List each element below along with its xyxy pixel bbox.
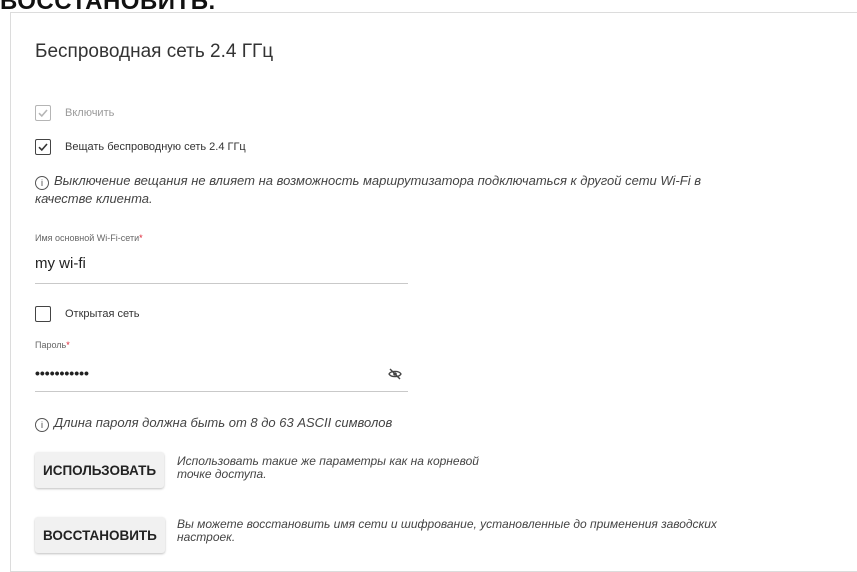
ssid-label: Имя основной Wi-Fi-сети* [35, 233, 143, 243]
restore-button[interactable]: ВОССТАНОВИТЬ [35, 517, 165, 553]
broadcast-checkbox[interactable] [35, 139, 51, 155]
enable-checkbox-row[interactable]: Включить [35, 105, 114, 121]
section-title: Беспроводная сеть 2.4 ГГц [35, 41, 274, 62]
enable-checkbox[interactable] [35, 105, 51, 121]
open-network-checkbox-row[interactable]: Открытая сеть [35, 306, 140, 322]
restore-button-description: Вы можете восстановить имя сети и шифров… [177, 518, 717, 544]
wireless-settings-panel: Беспроводная сеть 2.4 ГГц Включить Вещат… [10, 12, 857, 572]
broadcast-label: Вещать беспроводную сеть 2.4 ГГц [65, 141, 246, 153]
use-button[interactable]: ИСПОЛЬЗОВАТЬ [35, 452, 165, 488]
open-network-label: Открытая сеть [65, 308, 140, 320]
info-circle-icon: i [35, 176, 49, 190]
ssid-label-text: Имя основной Wi-Fi-сети [35, 233, 140, 243]
password-value: ••••••••••• [35, 365, 89, 381]
broadcast-info-text: Выключение вещания не влияет на возможно… [54, 173, 701, 188]
required-mark: * [139, 233, 143, 243]
password-info-text: Длина пароля должна быть от 8 до 63 ASCI… [54, 415, 393, 430]
required-mark: * [66, 340, 70, 350]
password-info-note: i Длина пароля должна быть от 8 до 63 ASC… [35, 414, 392, 432]
use-desc-line2: точке доступа. [177, 467, 267, 481]
checkmark-icon [38, 109, 48, 118]
info-circle-icon: i [35, 418, 49, 432]
use-desc-line1: Использовать такие же параметры как на к… [177, 454, 479, 468]
restore-desc-line2: настроек. [177, 530, 236, 544]
ssid-input[interactable]: my wi-fi [35, 255, 408, 284]
broadcast-info-text-line2: качестве клиента. [35, 191, 153, 206]
restore-desc-line1: Вы можете восстановить имя сети и шифров… [177, 517, 717, 531]
checkmark-icon [38, 143, 48, 152]
eye-off-icon[interactable] [388, 367, 402, 381]
ssid-value: my wi-fi [35, 255, 86, 272]
broadcast-checkbox-row[interactable]: Вещать беспроводную сеть 2.4 ГГц [35, 139, 246, 155]
enable-label: Включить [65, 107, 115, 119]
use-button-description: Использовать такие же параметры как на к… [177, 455, 479, 481]
open-network-checkbox[interactable] [35, 306, 51, 322]
broadcast-info-note: i Выключение вещания не влияет на возможн… [35, 172, 825, 208]
password-label-text: Пароль [35, 340, 67, 350]
password-label: Пароль* [35, 340, 70, 350]
password-input[interactable]: ••••••••••• [35, 365, 408, 392]
